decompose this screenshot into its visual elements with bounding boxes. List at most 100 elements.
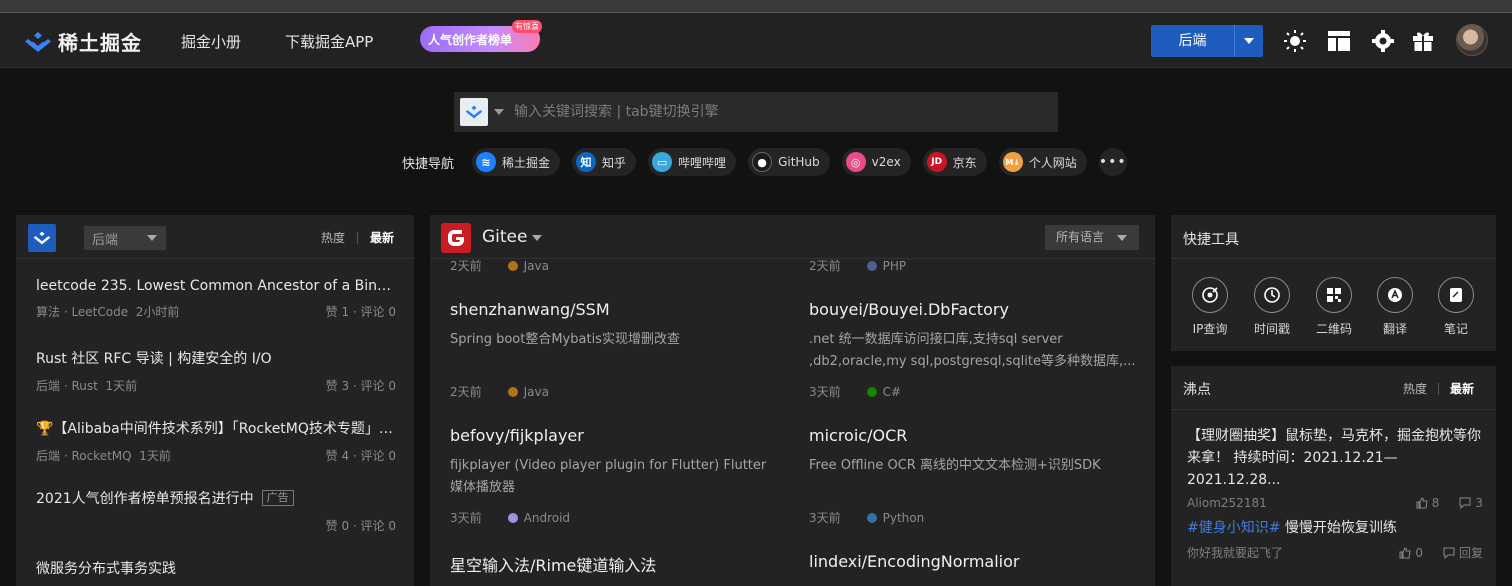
chevron-down-icon[interactable] [1235, 25, 1263, 57]
article-time: 1天前 [139, 449, 171, 463]
repo-meta: 2天前 Java [450, 257, 549, 274]
language-filter-select[interactable]: 所有语言 [1045, 225, 1139, 250]
repo-name[interactable]: befovy/fijkplayer [450, 426, 780, 445]
repo-name[interactable]: bouyei/Bouyei.DbFactory [809, 300, 1139, 319]
pin-content[interactable]: #健身小知识# 慢慢开始恢复训练 [1187, 517, 1483, 539]
feed-sort: 热度 最新 [321, 229, 394, 246]
creator-ranking-banner[interactable]: 人气创作者榜单 有惊喜 [420, 20, 542, 52]
juejin-logo[interactable]: 稀土掘金 [24, 27, 142, 56]
article-stats: 赞 1 · 评论 0 [325, 305, 396, 319]
article-title[interactable]: Rust 社区 RFC 导读 | 构建安全的 I/O [36, 348, 396, 368]
list-item[interactable]: leetcode 235. Lowest Common Ancestor of … [36, 278, 396, 319]
comment-icon[interactable] [1443, 547, 1455, 559]
chevron-down-icon[interactable] [532, 235, 542, 241]
layout-icon[interactable] [1327, 29, 1351, 53]
promo-text: 人气创作者榜单 [428, 32, 513, 47]
tool-timestamp[interactable]: 时间戳 [1242, 277, 1302, 337]
user-avatar[interactable] [1456, 24, 1488, 56]
repo-name[interactable]: lindexi/EncodingNormalior [809, 552, 1139, 571]
feed-category-select[interactable]: 后端 [84, 226, 166, 250]
pins-header: 沸点 热度 最新 [1171, 366, 1496, 410]
gitee-logo-icon [441, 223, 471, 253]
gear-icon[interactable] [1371, 29, 1395, 53]
repo-card[interactable]: microic/OCR Free Offline OCR 离线的中文文本检测+识… [809, 426, 1139, 499]
repo-description: fijkplayer (Video player plugin for Flut… [450, 458, 767, 495]
repo-language: Java [523, 258, 549, 273]
repo-name[interactable]: shenzhanwang/SSM [450, 300, 780, 319]
article-title[interactable]: 2021人气创作者榜单预报名进行中 广告 [36, 488, 396, 508]
quick-nav-v2ex[interactable]: ◎ v2ex [841, 148, 911, 176]
nav-booklet[interactable]: 掘金小册 [181, 31, 241, 52]
sort-hot[interactable]: 热度 [1403, 380, 1427, 397]
tool-translate[interactable]: 翻译 [1365, 277, 1425, 337]
repo-time: 2天前 [450, 259, 482, 273]
quick-nav-jd[interactable]: JD 京东 [922, 148, 987, 176]
top-header: 稀土掘金 掘金小册 下载掘金APP 人气创作者榜单 有惊喜 后端 [0, 13, 1512, 68]
more-icon[interactable]: ••• [1098, 148, 1127, 176]
article-stats: 赞 3 · 评论 0 [325, 379, 396, 393]
thumbs-up-icon[interactable] [1416, 497, 1428, 509]
sort-hot[interactable]: 热度 [321, 229, 345, 246]
repo-card[interactable]: befovy/fijkplayer fijkplayer (Video play… [450, 426, 780, 499]
pins-sort: 热度 最新 [1403, 380, 1474, 397]
list-item[interactable]: 2021人气创作者榜单预报名进行中 广告 赞 0 · 评论 0 [36, 488, 396, 533]
quick-nav-label-website: 个人网站 [1028, 155, 1077, 170]
pin-content[interactable]: 【理财圈抽奖】鼠标垫，马克杯，掘金抱枕等你来拿！ 持续时间：2021.12.21… [1187, 425, 1483, 491]
theme-sun-icon[interactable] [1283, 29, 1307, 53]
repo-card[interactable]: lindexi/EncodingNormalior [809, 552, 1139, 571]
tool-note[interactable]: 笔记 [1426, 277, 1486, 337]
tool-qrcode[interactable]: 二维码 [1304, 277, 1364, 337]
list-item[interactable]: 微服务分布式事务实践 [36, 558, 396, 578]
repo-card[interactable]: 星空输入法/Rime键道输入法 [450, 552, 780, 576]
article-title[interactable]: leetcode 235. Lowest Common Ancestor of … [36, 278, 396, 294]
sort-new[interactable]: 最新 [370, 229, 394, 246]
article-title[interactable]: 微服务分布式事务实践 [36, 558, 396, 578]
quick-nav-label: 快捷导航 [402, 156, 455, 172]
repo-name[interactable]: microic/OCR [809, 426, 1139, 445]
website-icon: M↓ [1002, 152, 1023, 172]
quick-nav-zhihu[interactable]: 知 知乎 [572, 148, 637, 176]
repo-language: Python [882, 510, 925, 525]
article-tags: 后端 · RocketMQ [36, 449, 132, 463]
quick-tools-panel: 快捷工具 IP查询 时间戳 二维码 翻译 笔记 [1171, 215, 1496, 351]
sort-new[interactable]: 最新 [1450, 380, 1474, 397]
category-dropdown-button[interactable]: 后端 [1151, 25, 1263, 57]
article-time: 2小时前 [135, 305, 180, 319]
quick-nav-github[interactable]: ● GitHub [748, 148, 830, 176]
repo-meta: 2天前 PHP [809, 257, 906, 274]
language-dot [866, 260, 877, 271]
article-title-text: 2021人气创作者榜单预报名进行中 [36, 491, 254, 507]
list-item[interactable]: Rust 社区 RFC 导读 | 构建安全的 I/O 后端 · Rust 1天前… [36, 348, 396, 393]
engine-dropdown-icon[interactable] [494, 109, 504, 115]
pin-author[interactable]: 你好我就要起飞了 [1187, 546, 1283, 560]
pin-author[interactable]: Aliom252181 [1187, 496, 1267, 510]
quick-nav-website[interactable]: M↓ 个人网站 [998, 148, 1087, 176]
repo-card[interactable]: shenzhanwang/SSM Spring boot整合Mybatis实现增… [450, 300, 780, 373]
quick-nav-bilibili[interactable]: ▭ 哔哩哔哩 [648, 148, 737, 176]
thumbs-up-icon[interactable] [1399, 546, 1411, 559]
quick-nav-juejin[interactable]: ≋ 稀土掘金 [472, 148, 561, 176]
source-selector[interactable]: Gitee [482, 227, 527, 247]
article-tags: 算法 · LeetCode [36, 305, 129, 319]
list-item[interactable]: 🏆【Alibaba中间件技术系列】「RocketMQ技术专题」让我们一起探索一下… [36, 418, 396, 463]
article-title[interactable]: 🏆【Alibaba中间件技术系列】「RocketMQ技术专题」让我们一起探索一下… [36, 418, 396, 438]
juejin-small-icon [28, 224, 56, 252]
bilibili-icon: ▭ [652, 152, 673, 172]
pin-item[interactable]: #健身小知识# 慢慢开始恢复训练 你好我就要起飞了 0 回复 [1187, 517, 1483, 560]
comment-icon[interactable] [1459, 497, 1471, 509]
pin-item[interactable]: 【理财圈抽奖】鼠标垫，马克杯，掘金抱枕等你来拿！ 持续时间：2021.12.21… [1187, 425, 1483, 512]
nav-download-app[interactable]: 下载掘金APP [285, 31, 373, 52]
timestamp-icon [1254, 277, 1290, 313]
comment-count: 回复 [1458, 546, 1483, 560]
repo-card[interactable]: bouyei/Bouyei.DbFactory .net 统一数据库访问接口库,… [809, 300, 1139, 373]
repo-language: PHP [882, 258, 907, 273]
repo-language: Java [523, 384, 549, 399]
repo-name[interactable]: 星空输入法/Rime键道输入法 [450, 552, 780, 576]
search-engine-juejin-icon[interactable] [460, 98, 488, 126]
pin-topic-tag[interactable]: #健身小知识# [1187, 520, 1280, 536]
gift-icon[interactable] [1411, 29, 1435, 53]
tool-ip-lookup[interactable]: IP查询 [1180, 277, 1240, 337]
search-input[interactable] [514, 104, 1058, 120]
repo-meta: 2天前 Java [450, 383, 549, 400]
tool-label: 时间戳 [1253, 322, 1290, 336]
